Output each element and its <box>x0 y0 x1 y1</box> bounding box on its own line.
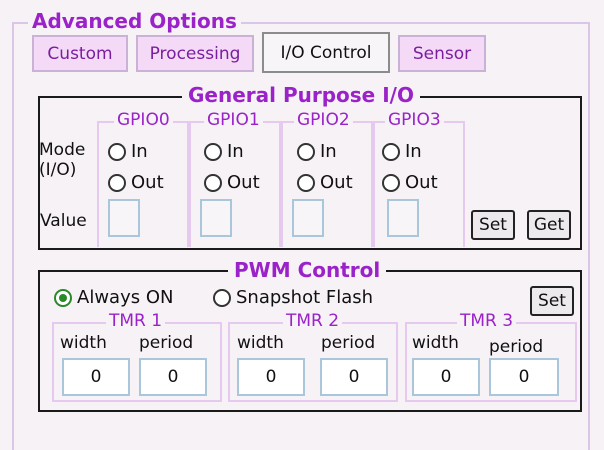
tmr2-width-label: width <box>237 333 284 353</box>
gpio0-label: GPIO0 <box>114 112 173 129</box>
radio-label: Out <box>405 172 438 193</box>
advanced-options-title: Advanced Options <box>28 11 241 31</box>
tab-processing[interactable]: Processing <box>136 35 254 72</box>
gpio2-in-radio[interactable]: In <box>297 141 337 162</box>
radio-circle-icon <box>54 288 72 307</box>
radio-label: In <box>227 141 244 162</box>
tmr1-period-input[interactable]: 0 <box>139 358 207 396</box>
pwm-set-button[interactable]: Set <box>530 286 574 316</box>
tmr2-label: TMR 2 <box>283 313 343 330</box>
radio-circle-icon <box>108 142 126 161</box>
gpio3-in-radio[interactable]: In <box>382 141 422 162</box>
gpio2-label: GPIO2 <box>294 112 353 129</box>
tmr3-period-input[interactable]: 0 <box>489 358 559 396</box>
tmr1-period-label: period <box>139 333 194 353</box>
tab-custom[interactable]: Custom <box>32 35 128 72</box>
always-on-radio[interactable]: Always ON <box>54 287 173 308</box>
radio-label: Out <box>227 172 260 193</box>
gpio2-out-radio[interactable]: Out <box>297 172 353 193</box>
gpio0-value-field[interactable] <box>108 199 140 237</box>
gpio-get-button[interactable]: Get <box>527 210 571 240</box>
gpio1-label: GPIO1 <box>204 112 263 129</box>
tab-io-control[interactable]: I/O Control <box>262 32 390 73</box>
radio-circle-icon <box>382 173 400 192</box>
radio-label: Out <box>131 172 164 193</box>
gpio3-value-field[interactable] <box>387 199 419 237</box>
tmr3-width-label: width <box>412 333 459 353</box>
gpio-set-button[interactable]: Set <box>471 210 515 240</box>
tmr2-width-input[interactable]: 0 <box>237 358 305 396</box>
tab-sensor[interactable]: Sensor <box>398 35 486 72</box>
radio-circle-icon <box>108 173 126 192</box>
gpio0-out-radio[interactable]: Out <box>108 172 164 193</box>
snapshot-flash-radio[interactable]: Snapshot Flash <box>213 287 373 308</box>
tmr3-period-label: period <box>489 337 544 357</box>
radio-circle-icon <box>204 142 222 161</box>
radio-label: In <box>131 141 148 162</box>
gpio0-in-radio[interactable]: In <box>108 141 148 162</box>
tmr3-label: TMR 3 <box>457 313 517 330</box>
radio-circle-icon <box>297 173 315 192</box>
tmr2-period-label: period <box>321 333 376 353</box>
radio-circle-icon <box>213 288 231 307</box>
radio-circle-icon <box>382 142 400 161</box>
gpio3-label: GPIO3 <box>385 112 444 129</box>
tmr1-width-label: width <box>60 333 107 353</box>
tmr3-width-input[interactable]: 0 <box>412 358 480 396</box>
radio-circle-icon <box>297 142 315 161</box>
mode-label: Mode (I/O) <box>39 140 86 180</box>
radio-label: Snapshot Flash <box>236 287 374 308</box>
pwm-group-title: PWM Control <box>228 260 387 280</box>
gpio2-value-field[interactable] <box>292 199 324 237</box>
radio-label: In <box>405 141 422 162</box>
advanced-options-panel: Advanced Options Custom Processing I/O C… <box>0 0 604 450</box>
gpio-group-title: General Purpose I/O <box>182 85 420 105</box>
radio-label: Out <box>320 172 353 193</box>
tmr2-period-input[interactable]: 0 <box>320 358 388 396</box>
radio-circle-icon <box>204 173 222 192</box>
radio-label: Always ON <box>77 287 174 308</box>
radio-label: In <box>320 141 337 162</box>
gpio1-value-field[interactable] <box>200 199 232 237</box>
gpio3-out-radio[interactable]: Out <box>382 172 438 193</box>
tmr1-width-input[interactable]: 0 <box>62 358 130 396</box>
gpio1-in-radio[interactable]: In <box>204 141 244 162</box>
gpio1-out-radio[interactable]: Out <box>204 172 260 193</box>
value-label: Value <box>40 211 87 231</box>
tmr1-label: TMR 1 <box>106 313 166 330</box>
